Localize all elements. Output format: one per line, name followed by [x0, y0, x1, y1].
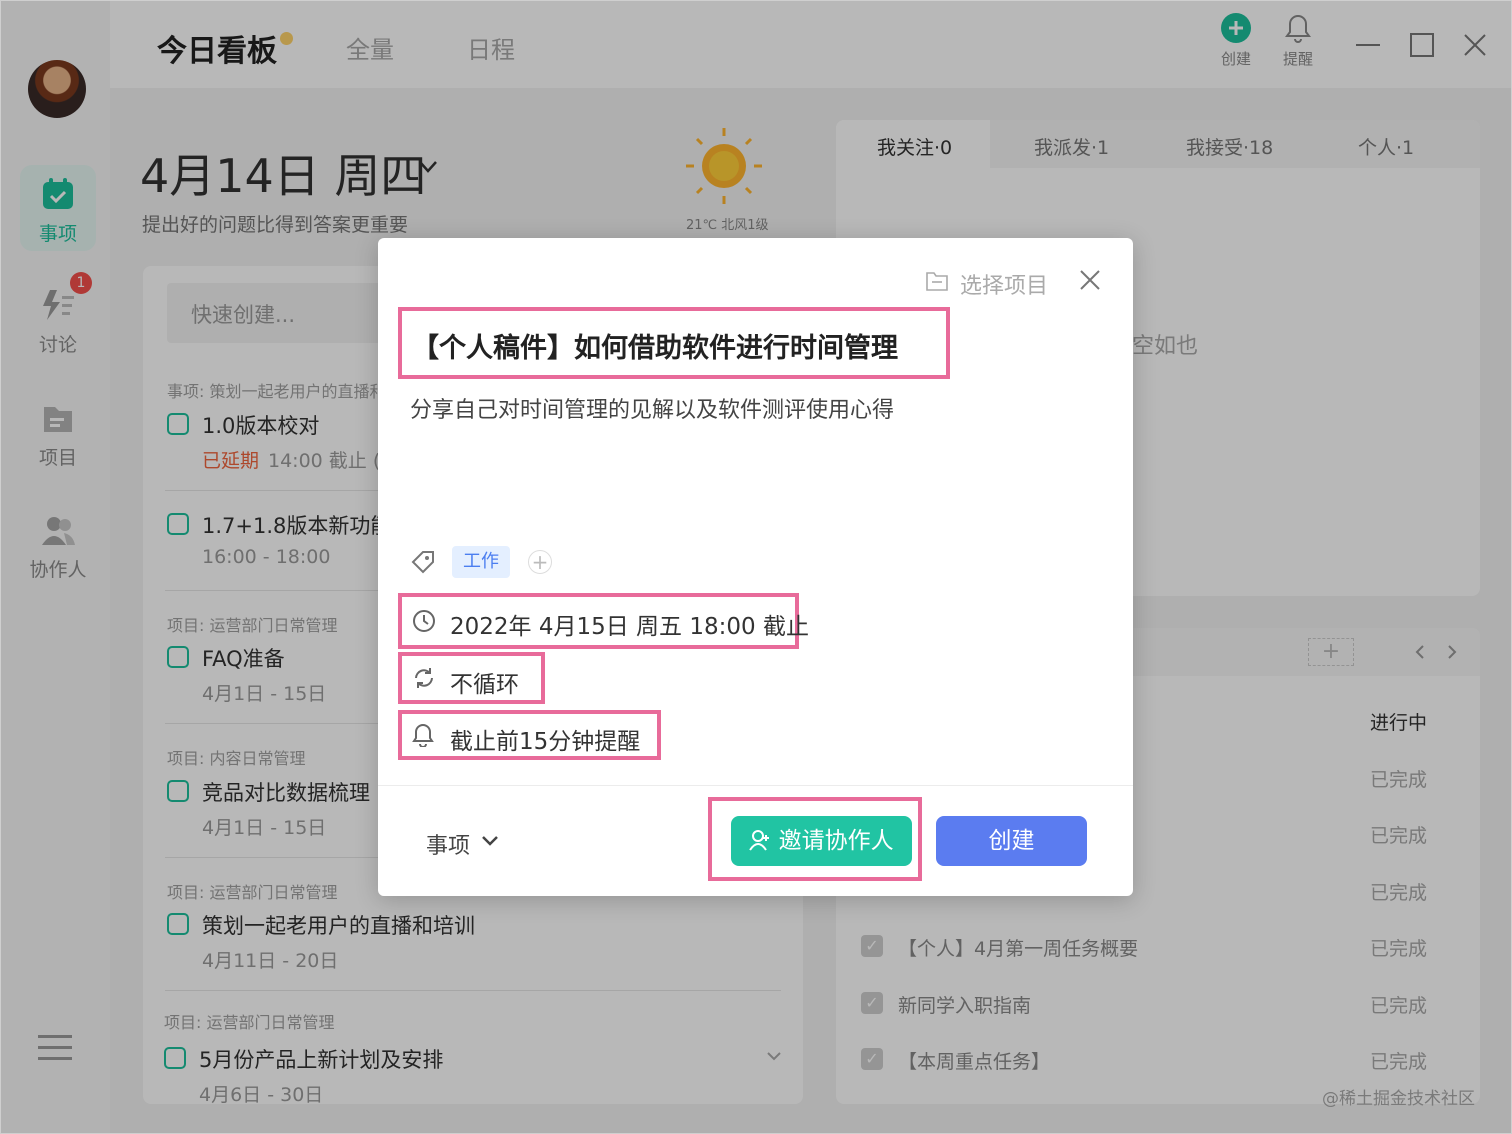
window-border [0, 0, 1512, 1134]
